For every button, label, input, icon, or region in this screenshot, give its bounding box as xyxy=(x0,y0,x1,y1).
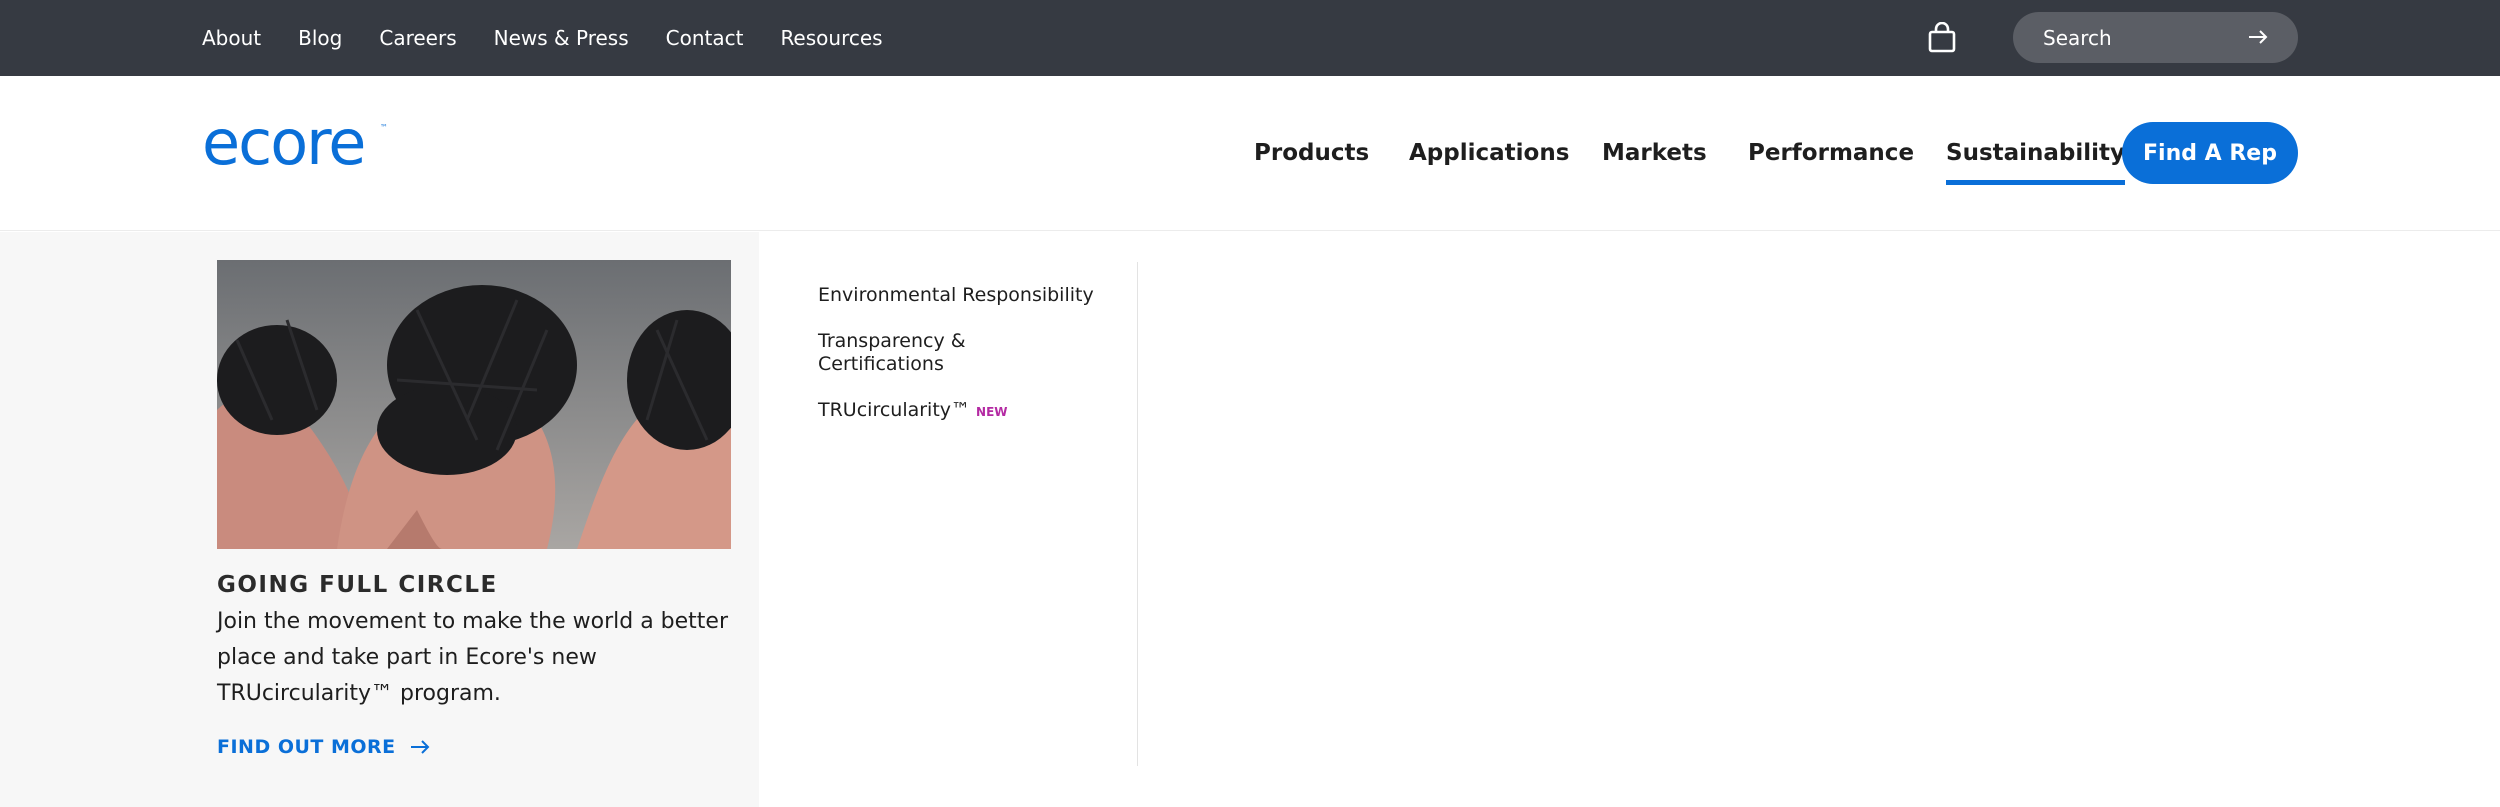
submenu-trucircularity[interactable]: TRUcircularity™ NEW xyxy=(818,399,1008,424)
utility-link-careers[interactable]: Careers xyxy=(379,26,456,50)
submenu-environmental-responsibility[interactable]: Environmental Responsibility xyxy=(818,284,1094,307)
arrow-right-icon[interactable] xyxy=(2248,29,2268,45)
cart-icon[interactable] xyxy=(1927,21,1957,54)
main-header: ecore ™ Products Applications Markets Pe… xyxy=(0,76,2500,231)
nav-performance[interactable]: Performance xyxy=(1748,140,1914,166)
submenu-trucircularity-label: TRUcircularity™ xyxy=(818,399,971,421)
promo-title: GOING FULL CIRCLE xyxy=(217,572,498,598)
utility-nav: About Blog Careers News & Press Contact … xyxy=(202,0,920,76)
nav-products[interactable]: Products xyxy=(1254,140,1369,166)
nav-markets[interactable]: Markets xyxy=(1602,140,1707,166)
search-box xyxy=(2013,12,2298,63)
utility-link-resources[interactable]: Resources xyxy=(780,26,882,50)
menu-divider xyxy=(1137,262,1138,766)
arrow-right-icon xyxy=(410,740,430,754)
nav-applications[interactable]: Applications xyxy=(1409,140,1569,166)
new-badge: NEW xyxy=(976,405,1008,419)
find-out-more-label: FIND OUT MORE xyxy=(217,736,396,758)
search-input[interactable] xyxy=(2043,25,2243,50)
svg-text:™: ™ xyxy=(380,123,388,132)
find-out-more-link[interactable]: FIND OUT MORE xyxy=(217,736,430,758)
utility-link-contact[interactable]: Contact xyxy=(666,26,744,50)
utility-link-about[interactable]: About xyxy=(202,26,261,50)
utility-link-blog[interactable]: Blog xyxy=(298,26,342,50)
ecore-logo[interactable]: ecore ™ xyxy=(202,106,392,179)
find-a-rep-button[interactable]: Find A Rep xyxy=(2122,122,2298,184)
utility-bar: About Blog Careers News & Press Contact … xyxy=(0,0,2500,76)
promo-description: Join the movement to make the world a be… xyxy=(217,609,729,706)
utility-link-news-press[interactable]: News & Press xyxy=(494,26,629,50)
nav-sustainability[interactable]: Sustainability xyxy=(1946,140,2126,185)
logo-text: ecore xyxy=(202,118,364,174)
promo-image xyxy=(217,260,731,549)
submenu-transparency-certifications[interactable]: Transparency & Certifications xyxy=(818,330,1008,376)
